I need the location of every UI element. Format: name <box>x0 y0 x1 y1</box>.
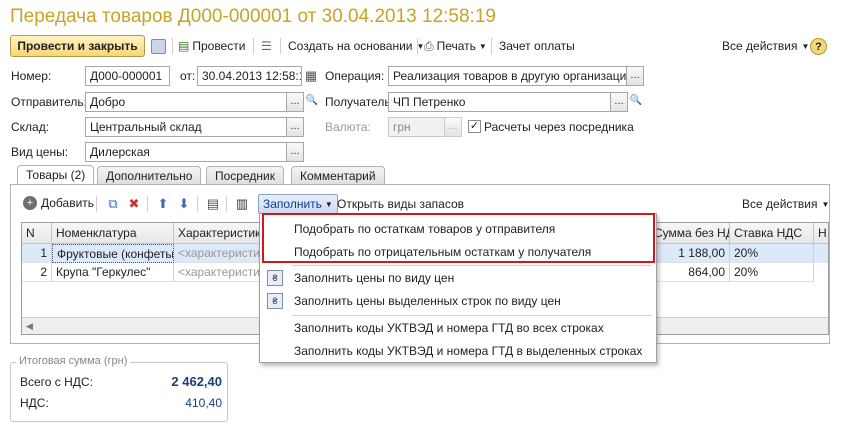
table-icon[interactable]: ▤ <box>205 196 221 212</box>
column-header-n[interactable]: N <box>22 223 52 244</box>
dropdown-arrow-icon: ▼ <box>478 41 487 51</box>
menu-item-fill-prices[interactable]: Заполнить цены по виду цен <box>294 271 454 285</box>
printer-icon: ⎙ <box>424 38 434 53</box>
row-number: 2 <box>22 263 52 282</box>
date-label: от: <box>180 69 196 83</box>
number-field[interactable]: Д000-000001 <box>85 66 170 86</box>
grid-all-actions-button[interactable]: Все действия ▼ <box>742 197 829 211</box>
receiver-label: Получатель: <box>325 95 394 109</box>
list-icon[interactable]: ☰ <box>261 36 272 56</box>
scroll-left-icon[interactable]: ◀ <box>26 321 33 332</box>
row-number: 1 <box>22 244 52 263</box>
column-header-more[interactable]: Н <box>814 223 828 244</box>
operation-label: Операция: <box>325 69 385 83</box>
intermediary-checkbox[interactable]: ✓ <box>468 120 481 133</box>
warehouse-label: Склад: <box>11 120 50 134</box>
delete-row-icon[interactable]: ✖ <box>126 196 142 212</box>
number-label: Номер: <box>11 69 52 83</box>
tab-comment[interactable]: Комментарий <box>291 166 385 185</box>
calendar-icon[interactable]: ▦ <box>303 68 319 84</box>
menu-item-fill-prices-selected[interactable]: Заполнить цены выделенных строк по виду … <box>294 294 561 308</box>
totals-box <box>10 362 228 422</box>
warehouse-field[interactable]: Центральный склад <box>85 117 287 137</box>
price-type-select-button[interactable]: ... <box>286 142 304 162</box>
receiver-open-icon[interactable]: 🔍 <box>628 92 644 112</box>
total-with-vat-label: Всего с НДС: <box>20 375 93 389</box>
column-header-item[interactable]: Номенклатура <box>52 223 174 244</box>
post-and-close-button[interactable]: Провести и закрыть <box>10 35 145 57</box>
sender-label: Отправитель: <box>11 95 87 109</box>
warehouse-select-button[interactable]: ... <box>286 117 304 137</box>
currency-field: грн <box>388 117 445 137</box>
print-label: Печать <box>436 39 476 53</box>
receiver-select-button[interactable]: ... <box>610 92 628 112</box>
highlight-frame <box>262 213 655 263</box>
window-title: Передача товаров Д000-000001 от 30.04.20… <box>10 6 496 27</box>
save-icon[interactable] <box>151 36 166 56</box>
post-label: Провести <box>192 39 246 53</box>
sender-open-icon[interactable]: 🔍 <box>304 92 320 112</box>
price-type-label: Вид цены: <box>11 145 69 159</box>
grid-all-actions-label: Все действия <box>742 197 818 211</box>
date-field[interactable]: 30.04.2013 12:58:19 <box>197 66 302 86</box>
tab-intermediary[interactable]: Посредник <box>206 166 284 185</box>
receiver-field[interactable]: ЧП Петренко <box>388 92 611 112</box>
dropdown-arrow-icon: ▼ <box>821 199 830 209</box>
vat-rate-cell[interactable]: 20% <box>730 244 814 263</box>
add-button[interactable]: + Добавить <box>23 196 94 210</box>
create-based-label: Создать на основании <box>288 39 413 53</box>
fill-button[interactable]: Заполнить ▼ <box>258 194 338 214</box>
add-label: Добавить <box>41 196 95 210</box>
operation-select-button[interactable]: ... <box>626 66 644 86</box>
move-down-icon[interactable]: ⬇ <box>176 196 192 212</box>
all-actions-label: Все действия <box>722 39 798 53</box>
tab-additional[interactable]: Дополнительно <box>97 166 202 185</box>
operation-field[interactable]: Реализация товаров в другую организацию <box>388 66 627 86</box>
help-icon[interactable]: ? <box>810 38 827 55</box>
dropdown-arrow-icon: ▼ <box>801 41 810 51</box>
totals-caption: Итоговая сумма (грн) <box>16 355 131 367</box>
add-icon: + <box>23 196 37 210</box>
item-cell[interactable]: Фруктовые (конфеты) <box>52 244 174 263</box>
total-with-vat-value: 2 462,40 <box>171 374 222 389</box>
copy-row-icon[interactable]: ⧉ <box>105 196 121 212</box>
sender-select-button[interactable]: ... <box>286 92 304 112</box>
move-up-icon[interactable]: ⬆ <box>155 196 171 212</box>
item-cell[interactable]: Крупа "Геркулес" <box>52 263 174 282</box>
barcode-icon[interactable]: ▥ <box>234 196 250 212</box>
post-icon: ▤ <box>178 39 190 53</box>
create-based-button[interactable]: Создать на основании ▼ <box>288 36 424 56</box>
vat-value: 410,40 <box>185 396 222 410</box>
currency-select-button: ... <box>444 117 462 137</box>
dropdown-arrow-icon: ▼ <box>324 199 333 209</box>
open-stock-types-button[interactable]: Открыть виды запасов <box>337 197 464 211</box>
all-actions-button[interactable]: Все действия ▼ <box>722 36 809 56</box>
menu-item-fill-codes-selected[interactable]: Заполнить коды УКТВЭД и номера ГТД в выд… <box>294 344 642 358</box>
fill-label: Заполнить <box>263 197 322 211</box>
payment-offset-button[interactable]: Зачет оплаты <box>499 36 575 56</box>
sender-field[interactable]: Добро <box>85 92 287 112</box>
post-button[interactable]: ▤ Провести <box>178 36 245 56</box>
vat-label: НДС: <box>20 396 49 410</box>
price-fill-selected-icon: ₴ <box>267 293 283 309</box>
currency-label: Валюта: <box>325 120 371 134</box>
menu-item-fill-codes-all[interactable]: Заполнить коды УКТВЭД и номера ГТД во вс… <box>294 321 604 335</box>
intermediary-label: Расчеты через посредника <box>484 120 634 134</box>
price-fill-icon: ₴ <box>267 270 283 286</box>
tab-goods[interactable]: Товары (2) <box>17 165 95 185</box>
price-type-field[interactable]: Дилерская <box>85 142 287 162</box>
column-header-vat-rate[interactable]: Ставка НДС <box>730 223 814 244</box>
vat-rate-cell[interactable]: 20% <box>730 263 814 282</box>
print-button[interactable]: ⎙ Печать ▼ <box>424 36 487 56</box>
